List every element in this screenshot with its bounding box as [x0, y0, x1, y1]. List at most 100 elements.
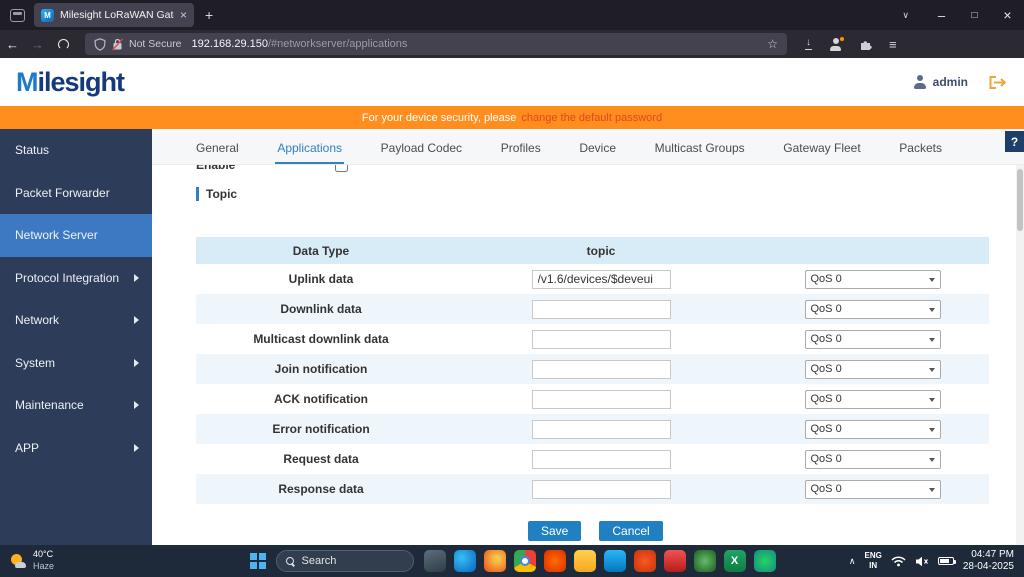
address-bar[interactable]: Not Secure 192.168.29.150 /#networkserve… [85, 33, 787, 55]
browser-tab[interactable]: Milesight LoRaWAN Gateway [34, 3, 194, 27]
topic-input[interactable] [531, 389, 671, 409]
window-close-button[interactable] [991, 0, 1024, 30]
sidebar-item-label: Maintenance [15, 398, 84, 413]
tab-multicast-groups[interactable]: Multicast Groups [653, 141, 747, 164]
sidebar: Status Packet Forwarder Network Server P… [0, 129, 152, 545]
topic-input[interactable] [531, 479, 671, 499]
weather-widget[interactable]: 40°C Haze [0, 549, 170, 572]
sidebar-item-app[interactable]: APP [0, 427, 152, 470]
tab-profiles[interactable]: Profiles [499, 141, 543, 164]
back-button[interactable] [0, 37, 25, 52]
forward-button[interactable] [25, 37, 50, 52]
qos-select[interactable]: QoS 0 [804, 359, 941, 379]
qos-cell: QoS 0 [756, 449, 989, 469]
url-text[interactable]: 192.168.29.150 /#networkserver/applicati… [192, 38, 408, 50]
topic-input[interactable] [531, 269, 671, 289]
reload-icon[interactable] [58, 38, 69, 50]
firefox-view-icon[interactable] [10, 8, 25, 22]
tracking-protection-shield-icon[interactable] [94, 37, 106, 51]
spotify-icon[interactable] [693, 550, 716, 572]
qos-select[interactable]: QoS 0 [804, 479, 941, 499]
tab-gateway-fleet[interactable]: Gateway Fleet [781, 141, 862, 164]
sidebar-item-protocol-integration[interactable]: Protocol Integration [0, 257, 152, 300]
sidebar-item-packet-forwarder[interactable]: Packet Forwarder [0, 172, 152, 215]
firefox-icon[interactable] [483, 550, 506, 572]
wifi-icon[interactable] [891, 555, 906, 567]
topic-input[interactable] [531, 299, 671, 319]
clock-widget[interactable]: 04:47 PM 28-04-2025 [963, 549, 1014, 574]
form-actions: Save Cancel [528, 521, 1016, 541]
hidden-icons-chevron-icon[interactable] [849, 556, 856, 567]
topic-input[interactable] [531, 419, 671, 439]
system-app-icon[interactable] [423, 550, 446, 572]
tab-close-icon[interactable] [180, 9, 187, 21]
sidebar-item-status[interactable]: Status [0, 129, 152, 172]
user-menu[interactable]: admin [913, 75, 968, 89]
excel-icon[interactable] [723, 550, 746, 572]
topic-cell [446, 449, 756, 469]
menu-icon[interactable] [889, 37, 897, 52]
tab-payload-codec[interactable]: Payload Codec [379, 141, 464, 164]
sidebar-item-network[interactable]: Network [0, 299, 152, 342]
account-icon[interactable] [829, 35, 845, 51]
edge-icon[interactable] [453, 550, 476, 572]
toolbar-icons [805, 35, 897, 52]
topic-cell [446, 389, 756, 409]
sidebar-item-maintenance[interactable]: Maintenance [0, 384, 152, 427]
list-all-tabs-icon[interactable] [902, 10, 909, 21]
milesight-favicon-icon [41, 8, 54, 22]
sidebar-item-label: Network [15, 313, 60, 328]
qos-select[interactable]: QoS 0 [804, 419, 941, 439]
vertical-scrollbar[interactable] [1016, 165, 1024, 545]
weather-temp: 40°C [33, 549, 54, 560]
tab-applications[interactable]: Applications [275, 141, 345, 164]
qos-select[interactable]: QoS 0 [804, 449, 941, 469]
opera-icon[interactable] [543, 550, 566, 572]
tab-device[interactable]: Device [577, 141, 618, 164]
save-button[interactable]: Save [528, 521, 582, 541]
qos-select[interactable]: QoS 0 [804, 269, 941, 289]
row-label: Downlink data [280, 302, 362, 316]
qos-select[interactable]: QoS 0 [804, 299, 941, 319]
defender-icon[interactable] [663, 550, 686, 572]
enable-checkbox[interactable] [335, 165, 349, 172]
outlook-icon[interactable] [603, 550, 626, 572]
topic-cell [446, 299, 756, 319]
topic-input[interactable] [531, 359, 671, 379]
window-minimize-button[interactable] [925, 0, 958, 30]
change-password-link[interactable]: change the default password [521, 112, 662, 124]
qos-select[interactable]: QoS 0 [804, 389, 941, 409]
sidebar-item-network-server[interactable]: Network Server [0, 214, 152, 257]
chevron-right-icon [134, 358, 139, 367]
battery-icon[interactable] [937, 557, 956, 565]
extensions-puzzle-icon[interactable] [859, 38, 872, 51]
new-tab-button[interactable] [205, 7, 213, 23]
start-button-icon[interactable] [250, 553, 266, 569]
window-maximize-button[interactable] [958, 0, 991, 30]
volume-icon[interactable] [915, 556, 929, 567]
qos-select[interactable]: QoS 0 [804, 329, 941, 349]
site-header: Milesight admin [0, 58, 1024, 106]
chrome-icon[interactable] [513, 550, 536, 572]
bookmark-star-icon[interactable] [767, 37, 778, 51]
logout-icon[interactable] [988, 75, 1008, 90]
whatsapp-icon[interactable] [753, 550, 776, 572]
scrollbar-thumb[interactable] [1017, 169, 1023, 231]
topic-input[interactable] [531, 329, 671, 349]
cancel-button[interactable]: Cancel [599, 521, 663, 541]
tab-packets[interactable]: Packets [897, 141, 944, 164]
topic-table: Data Type topic Uplink data QoS 0 Downli… [196, 237, 989, 504]
insecure-lock-icon[interactable] [112, 38, 123, 51]
downloads-icon[interactable] [805, 38, 812, 50]
file-explorer-icon[interactable] [573, 550, 596, 572]
sidebar-item-system[interactable]: System [0, 342, 152, 385]
table-header-row: Data Type topic [196, 237, 989, 264]
language-indicator[interactable]: ENG IN [865, 551, 882, 570]
taskbar-search[interactable]: Search [275, 550, 414, 572]
help-button[interactable]: ? [1005, 131, 1024, 152]
brave-icon[interactable] [633, 550, 656, 572]
topic-input[interactable] [531, 449, 671, 469]
enable-row: Enable [196, 165, 1016, 172]
table-row: Request data QoS 0 [196, 444, 989, 474]
tab-general[interactable]: General [194, 141, 241, 164]
